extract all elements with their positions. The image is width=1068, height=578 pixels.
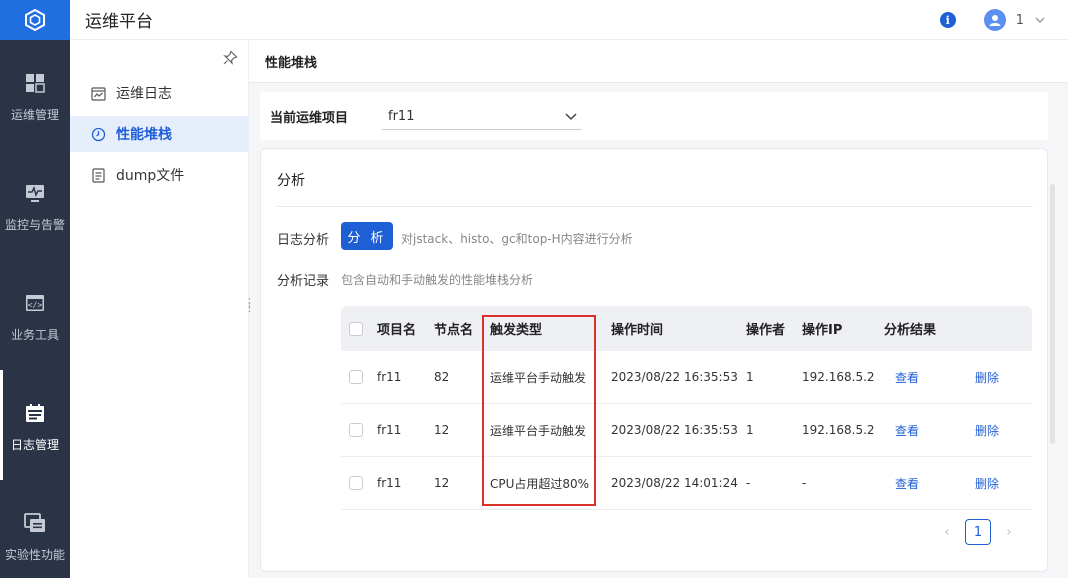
info-icon[interactable]: i bbox=[939, 12, 956, 28]
table-header: 项目名 节点名 触发类型 操作时间 操作者 操作IP 分析结果 bbox=[341, 306, 1032, 351]
page-number[interactable]: 1 bbox=[965, 519, 991, 545]
analysis-record-hint: 包含自动和手动触发的性能堆栈分析 bbox=[341, 273, 534, 287]
subnav-label: dump文件 bbox=[116, 168, 185, 184]
column-header: 操作时间 bbox=[611, 323, 664, 338]
delete-link[interactable]: 删除 bbox=[975, 404, 999, 456]
cell-node: 12 bbox=[434, 476, 450, 490]
rail-label: 业务工具 bbox=[10, 328, 59, 342]
top-right-actions: i 1 bbox=[939, 0, 1046, 40]
user-name[interactable]: 1 bbox=[1016, 13, 1024, 28]
code-window-icon: </> bbox=[24, 292, 46, 314]
column-header: 操作者 bbox=[746, 323, 786, 338]
rail-label: 运维管理 bbox=[10, 108, 59, 122]
cell-ip: 192.168.5.2 bbox=[802, 423, 875, 437]
user-avatar[interactable] bbox=[983, 9, 1006, 31]
analysis-card: 分析 日志分析 分 析 对jstack、histo、gc和top-H内容进行分析… bbox=[260, 148, 1048, 572]
rail-item-monitor[interactable]: 监控与告警 bbox=[0, 150, 70, 260]
pin-icon[interactable] bbox=[222, 50, 238, 66]
cell-operator: - bbox=[746, 476, 751, 490]
delete-link[interactable]: 删除 bbox=[975, 351, 999, 403]
column-header: 操作IP bbox=[802, 323, 843, 338]
rail-label: 日志管理 bbox=[10, 438, 59, 452]
subnav-label: 性能堆栈 bbox=[116, 127, 172, 143]
pagination: ‹ 1 › bbox=[941, 519, 1015, 545]
next-page-button[interactable]: › bbox=[1003, 525, 1015, 540]
left-rail: 运维管理 监控与告警 </> 业务工具 日志管理 实验性功能 bbox=[0, 0, 70, 578]
rail-item-tools[interactable]: </> 业务工具 bbox=[0, 260, 70, 370]
rail-item-experimental[interactable]: 实验性功能 bbox=[0, 480, 70, 578]
project-label: 当前运维项目 bbox=[270, 110, 349, 126]
cell-project: fr11 bbox=[377, 476, 402, 490]
project-select-value: fr11 bbox=[388, 109, 415, 124]
app-logo[interactable] bbox=[0, 0, 70, 40]
rail-item-logs[interactable]: 日志管理 bbox=[0, 370, 70, 480]
row-checkbox[interactable] bbox=[349, 423, 363, 437]
subnav-item-perf-stack[interactable]: 性能堆栈 bbox=[70, 116, 249, 152]
row-checkbox[interactable] bbox=[349, 476, 363, 490]
cell-project: fr11 bbox=[377, 370, 402, 384]
app-title: 运维平台 bbox=[85, 12, 153, 32]
cell-node: 12 bbox=[434, 423, 450, 437]
divider bbox=[277, 206, 1033, 207]
vertical-scrollbar[interactable] bbox=[1050, 184, 1055, 444]
analysis-record-label: 分析记录 bbox=[277, 274, 330, 289]
log-analysis-label: 日志分析 bbox=[277, 233, 330, 248]
column-header: 节点名 bbox=[434, 323, 474, 338]
rail-item-ops[interactable]: 运维管理 bbox=[0, 40, 70, 150]
table-row: fr11 12 CPU占用超过80% 2023/08/22 14:01:24 -… bbox=[341, 457, 1032, 510]
dashboard-icon bbox=[24, 72, 46, 94]
project-bar: 当前运维项目 fr11 bbox=[260, 92, 1048, 140]
column-header: 触发类型 bbox=[490, 323, 543, 338]
card-title: 分析 bbox=[277, 173, 305, 189]
table-row: fr11 12 运维平台手动触发 2023/08/22 16:35:53 1 1… bbox=[341, 404, 1032, 457]
subnav-item-ops-log[interactable]: 运维日志 bbox=[70, 75, 249, 111]
chevron-down-icon[interactable] bbox=[1034, 14, 1046, 26]
delete-link[interactable]: 删除 bbox=[975, 457, 999, 509]
row-checkbox[interactable] bbox=[349, 370, 363, 384]
cell-trigger: 运维平台手动触发 bbox=[490, 370, 587, 385]
rail-label: 实验性功能 bbox=[4, 548, 65, 562]
column-header: 项目名 bbox=[377, 323, 417, 338]
project-select[interactable]: fr11 bbox=[382, 104, 582, 130]
secondary-sidebar: 运维日志 性能堆栈 dump文件 bbox=[70, 40, 249, 578]
chevron-down-icon bbox=[565, 113, 577, 121]
cell-operator: 1 bbox=[746, 370, 754, 384]
subnav-item-dump[interactable]: dump文件 bbox=[70, 157, 249, 193]
page-header: 性能堆栈 bbox=[249, 40, 1068, 83]
view-link[interactable]: 查看 bbox=[895, 404, 919, 456]
monitor-icon bbox=[24, 182, 46, 204]
cell-operator: 1 bbox=[746, 423, 754, 437]
cell-ip: - bbox=[802, 476, 807, 490]
calendar-log-icon bbox=[24, 402, 46, 424]
experiment-window-icon bbox=[24, 512, 46, 534]
cell-time: 2023/08/22 14:01:24 bbox=[611, 476, 738, 490]
view-link[interactable]: 查看 bbox=[895, 457, 919, 509]
analyze-button[interactable]: 分 析 bbox=[341, 222, 393, 250]
cell-trigger: CPU占用超过80% bbox=[490, 476, 590, 491]
log-analysis-hint: 对jstack、histo、gc和top-H内容进行分析 bbox=[401, 232, 633, 246]
sidebar-resize-handle[interactable]: ⋮ ⋮ bbox=[244, 297, 255, 313]
cell-time: 2023/08/22 16:35:53 bbox=[611, 370, 738, 384]
file-icon bbox=[90, 167, 106, 183]
view-link[interactable]: 查看 bbox=[895, 351, 919, 403]
cell-ip: 192.168.5.2 bbox=[802, 370, 875, 384]
select-all-checkbox[interactable] bbox=[349, 321, 363, 336]
user-icon bbox=[989, 15, 1001, 26]
clock-icon bbox=[90, 126, 106, 142]
chart-log-icon bbox=[90, 85, 106, 101]
page-title: 性能堆栈 bbox=[265, 55, 318, 71]
rail-label: 监控与告警 bbox=[4, 218, 65, 232]
cell-trigger: 运维平台手动触发 bbox=[490, 423, 587, 438]
cell-node: 82 bbox=[434, 370, 450, 384]
prev-page-button[interactable]: ‹ bbox=[941, 525, 953, 540]
subnav-label: 运维日志 bbox=[116, 86, 172, 102]
cell-time: 2023/08/22 16:35:53 bbox=[611, 423, 738, 437]
svg-text:</>: </> bbox=[28, 301, 43, 310]
column-header: 分析结果 bbox=[884, 323, 937, 338]
table-row: fr11 82 运维平台手动触发 2023/08/22 16:35:53 1 1… bbox=[341, 351, 1032, 404]
cell-project: fr11 bbox=[377, 423, 402, 437]
cube-logo-icon bbox=[25, 9, 45, 31]
top-bar: 运维平台 i 1 bbox=[70, 0, 1068, 40]
analysis-table: 项目名 节点名 触发类型 操作时间 操作者 操作IP 分析结果 fr11 82 … bbox=[341, 306, 1032, 510]
